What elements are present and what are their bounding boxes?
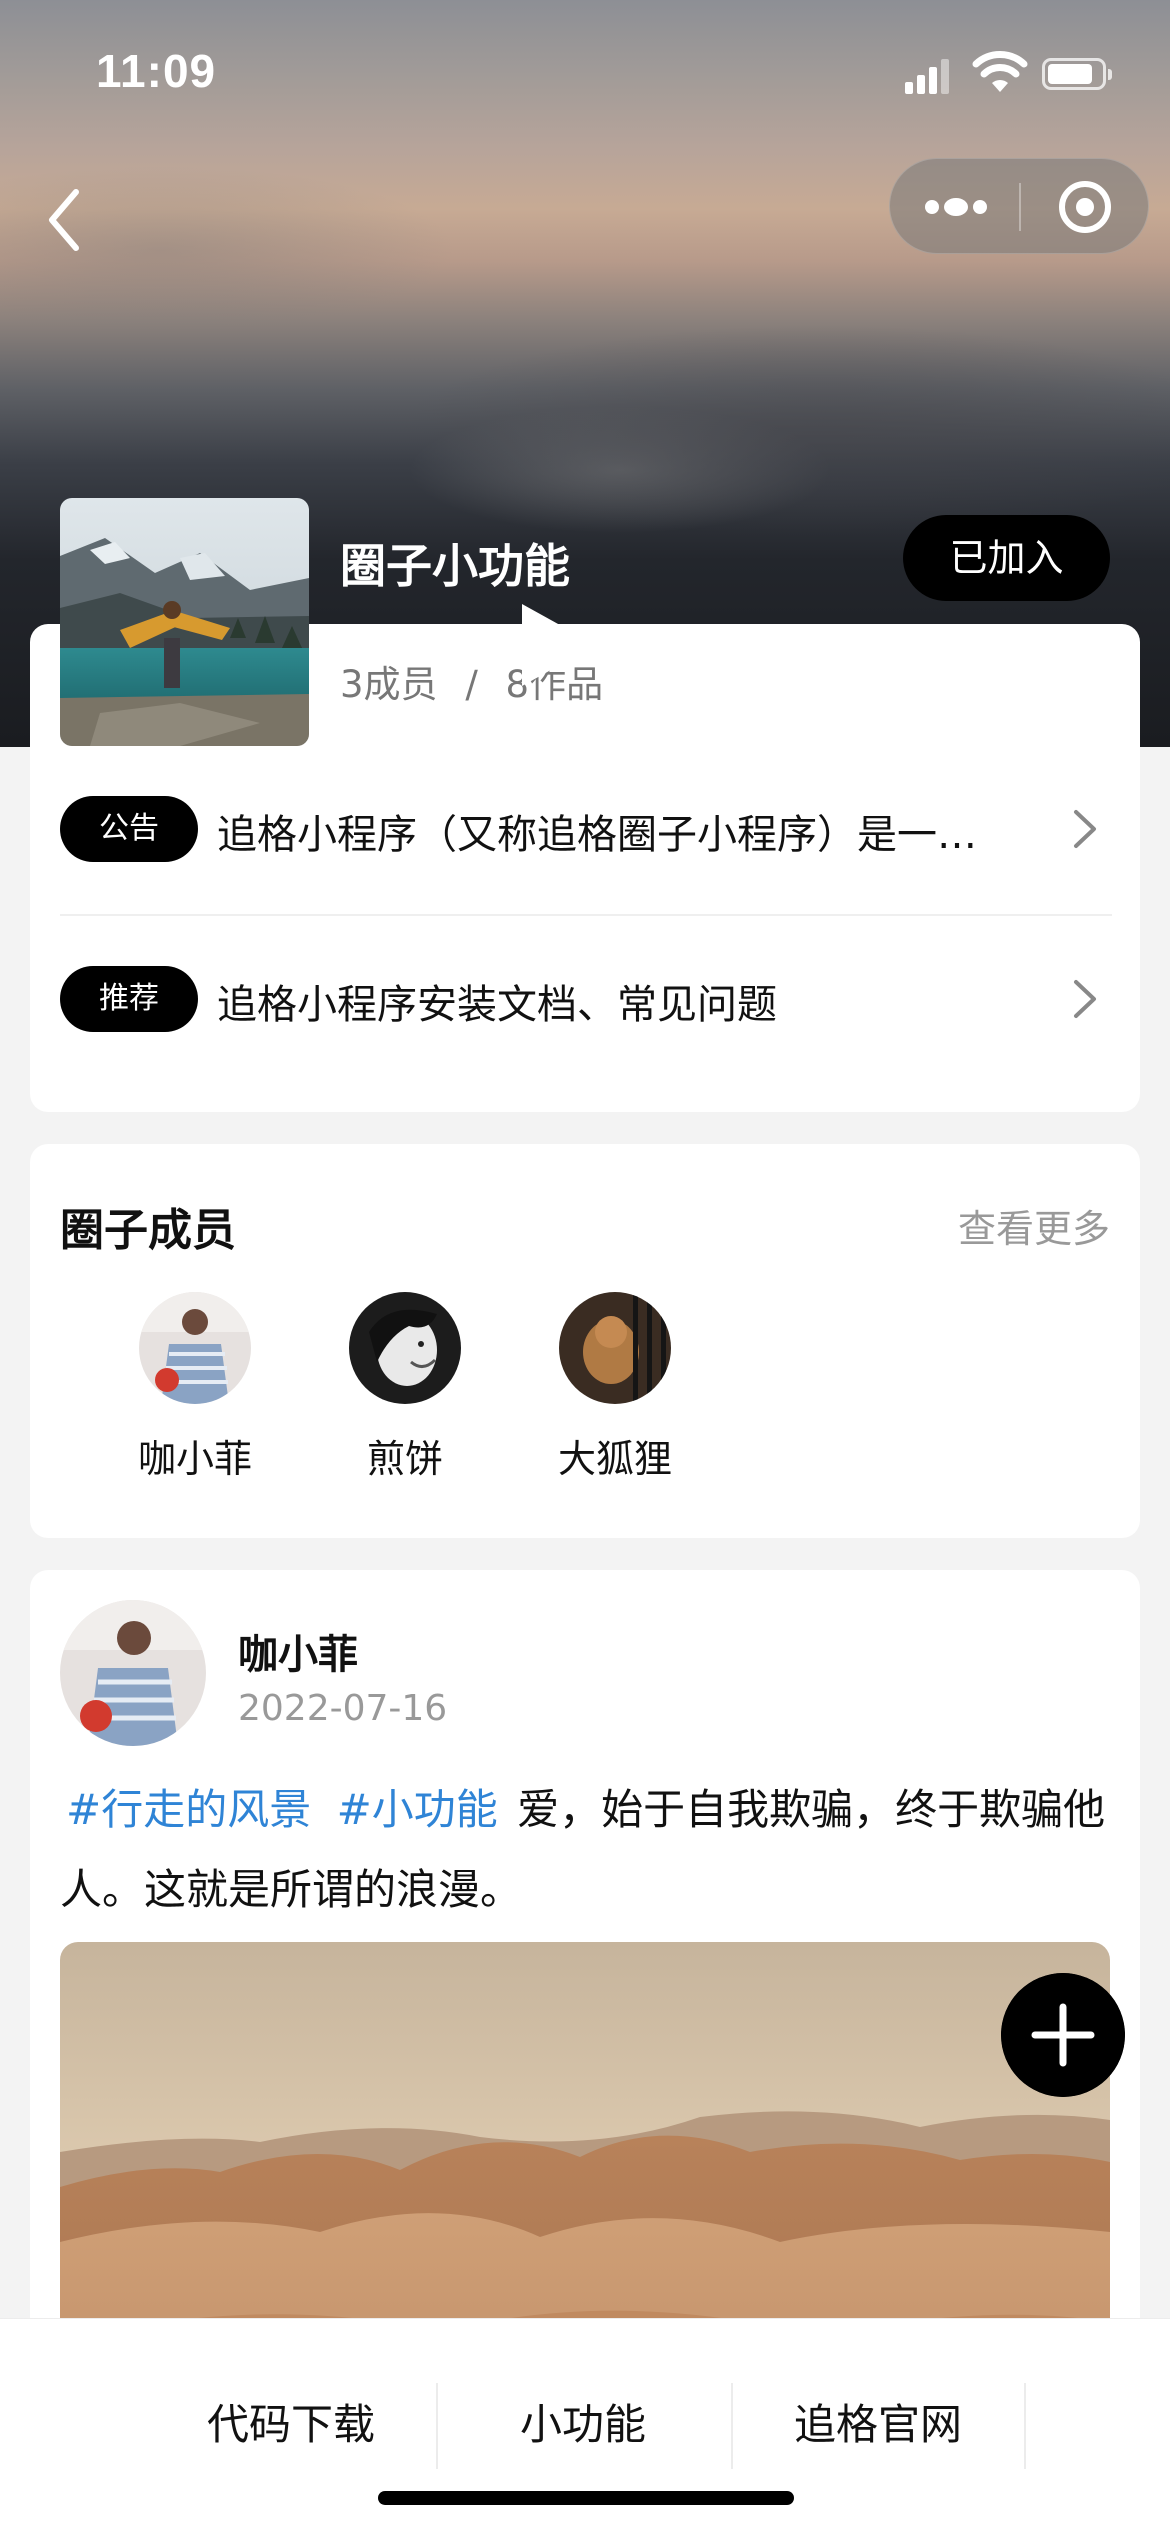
- announcement-text: 追格小程序（又称追格圈子小程序）是一…: [217, 812, 977, 858]
- post-date: 2022-07-16: [238, 1688, 448, 1729]
- member-avatar: [559, 1292, 671, 1404]
- see-more-link[interactable]: 查看更多: [958, 1198, 1110, 1253]
- recommend-tag: 推荐: [60, 966, 198, 1032]
- post-author-name[interactable]: 咖小菲: [238, 1622, 358, 1680]
- battery-icon: [1042, 58, 1112, 90]
- chevron-right-icon: [1074, 810, 1096, 848]
- recommend-row[interactable]: 推荐 追格小程序安装文档、常见问题: [60, 932, 1112, 1062]
- recommend-text: 追格小程序安装文档、常见问题: [217, 982, 777, 1028]
- status-time: 11:09: [96, 45, 217, 97]
- chevron-right-icon: [1074, 980, 1096, 1018]
- member-name: 大狐狸: [557, 1437, 672, 1481]
- member-name: 咖小菲: [137, 1437, 252, 1481]
- announcement-row[interactable]: 公告 追格小程序（又称追格圈子小程序）是一…: [60, 762, 1112, 892]
- member-name: 煎饼: [366, 1437, 443, 1481]
- close-target-icon[interactable]: [1021, 159, 1150, 255]
- status-bar: 11:09: [0, 0, 1170, 140]
- nav-separator: [1024, 2383, 1026, 2469]
- announcement-tag: 公告: [60, 796, 198, 862]
- more-dots-icon[interactable]: [890, 159, 1018, 255]
- members-section-title: 圈子成员: [60, 1205, 236, 1256]
- nav-small-features[interactable]: 小功能: [438, 2375, 728, 2475]
- stats-separator: /: [465, 663, 478, 706]
- member-item[interactable]: 煎饼: [320, 1292, 490, 1483]
- wifi-icon: [972, 51, 1028, 92]
- joined-button[interactable]: 已加入: [903, 515, 1110, 601]
- hashtag-link[interactable]: #小功能: [331, 1785, 504, 1834]
- circle-title: 圈子小功能: [340, 539, 570, 593]
- post-content: #行走的风景 #小功能 爱，始于自我欺骗，终于欺骗他人。这就是所谓的浪漫。: [60, 1770, 1130, 1930]
- mini-program-capsule: [889, 158, 1149, 254]
- add-post-button[interactable]: [1001, 1973, 1125, 2097]
- member-avatar: [349, 1292, 461, 1404]
- nav-code-download[interactable]: 代码下载: [146, 2375, 436, 2475]
- member-item[interactable]: 咖小菲: [110, 1292, 280, 1483]
- home-indicator: [378, 2491, 794, 2505]
- members-count: 3成员: [340, 663, 438, 706]
- circle-cover-image: [60, 498, 309, 746]
- bottom-nav: 代码下载 小功能 追格官网: [0, 2318, 1170, 2532]
- nav-official-site[interactable]: 追格官网: [733, 2375, 1023, 2475]
- post-author-avatar[interactable]: [60, 1600, 206, 1746]
- member-avatar: [139, 1292, 251, 1404]
- back-chevron-icon[interactable]: [38, 180, 94, 260]
- hashtag-link[interactable]: #行走的风景: [60, 1785, 317, 1834]
- member-item[interactable]: 大狐狸: [530, 1292, 700, 1483]
- notice-divider: [60, 914, 1112, 916]
- video-duration: 00:08: [506, 700, 622, 746]
- members-card: 圈子成员 查看更多 咖小菲 煎饼 大狐狸: [30, 1144, 1140, 1538]
- cellular-signal-icon: [905, 58, 951, 94]
- play-icon[interactable]: [518, 600, 600, 690]
